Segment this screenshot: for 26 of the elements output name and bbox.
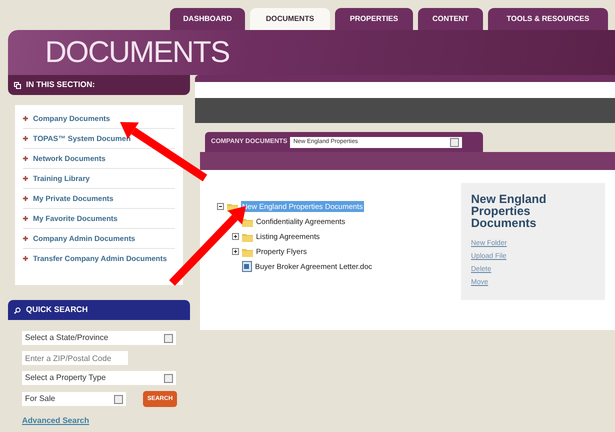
folder-icon [242,232,253,242]
section-heading: IN THIS SECTION: [26,79,95,91]
page-title: DOCUMENTS [45,35,230,71]
search-icon [14,306,21,314]
plus-bullet-icon [23,116,28,121]
plus-bullet-icon [23,236,28,241]
plus-bullet-icon [23,176,28,181]
expand-icon[interactable] [232,233,239,240]
plus-bullet-icon [23,156,28,161]
folder-icon [242,216,253,226]
document-icon [242,261,252,272]
collapse-icon[interactable] [217,203,224,210]
folder-icon [242,246,253,256]
quick-search-heading: QUICK SEARCH [26,304,88,316]
plus-bullet-icon [23,136,28,141]
expand-icon[interactable] [232,248,239,255]
zip-field[interactable]: Enter a ZIP/Postal Code [22,351,128,365]
plus-bullet-icon [23,216,28,221]
info-title: New England Properties Documents [471,193,548,229]
dropdown[interactable]: Select a State/Province [22,331,176,345]
dropdown[interactable]: For Sale [22,392,126,406]
advanced-search-link[interactable]: Advanced Search [22,415,90,427]
plus-bullet-icon [23,196,28,201]
section-icon [14,82,21,88]
dropdown[interactable]: Select a Property Type [22,371,176,385]
plus-bullet-icon [23,256,28,261]
